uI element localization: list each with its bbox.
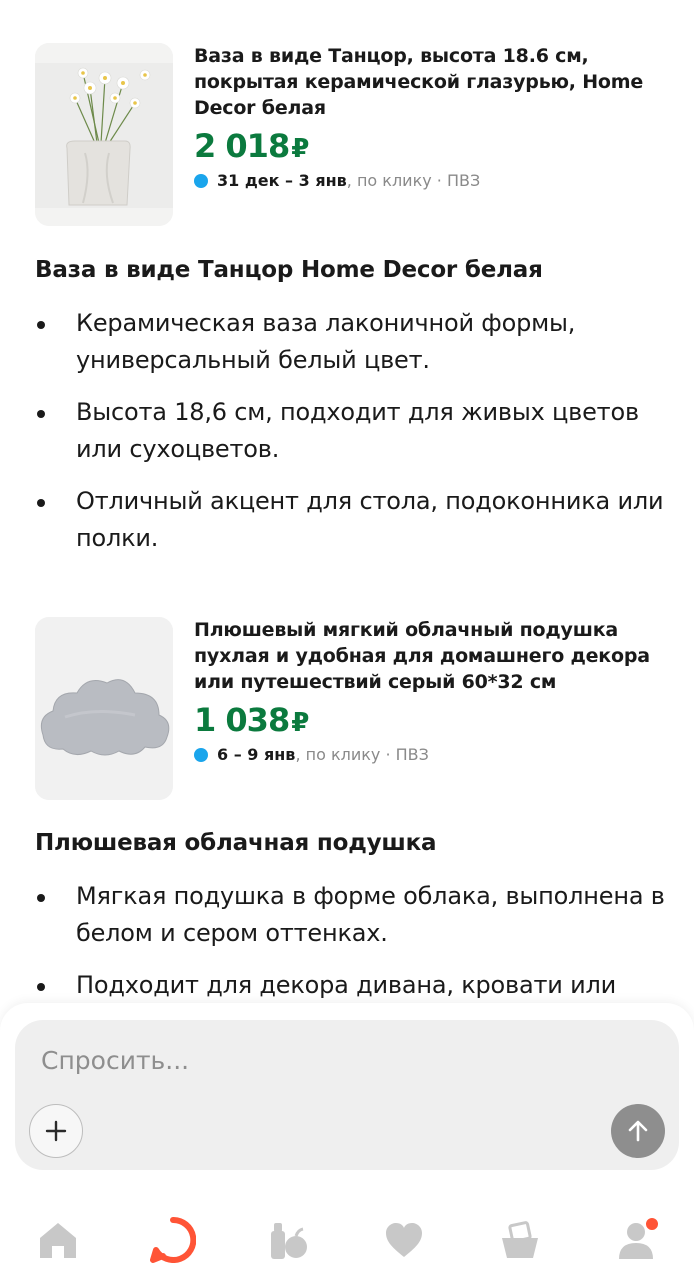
product-price: 1 038₽ xyxy=(194,701,654,742)
chat-screen: Ваза в виде Танцор, высота 18.6 см, покр… xyxy=(0,0,694,1280)
bottom-nav xyxy=(0,1210,694,1270)
product-card-pillow[interactable]: Плюшевый мягкий облачный подушка пухлая … xyxy=(35,617,665,802)
arrow-up-icon xyxy=(628,1120,648,1142)
nav-favorites[interactable] xyxy=(374,1210,434,1270)
home-icon xyxy=(40,1223,76,1258)
nav-grocery[interactable] xyxy=(258,1210,318,1270)
description-pillow: Плюшевая облачная подушка Мягкая подушка… xyxy=(35,828,665,1019)
product-image[interactable] xyxy=(35,43,173,226)
currency-sign: ₽ xyxy=(291,708,309,738)
bullet-dot xyxy=(37,983,45,991)
bullet-list: Керамическая ваза лаконичной формы, унив… xyxy=(35,305,665,557)
delivery-dot-icon xyxy=(194,174,208,188)
notification-badge xyxy=(644,1216,660,1232)
description-title: Ваза в виде Танцор Home Decor белая xyxy=(35,257,543,283)
bullet-text: Мягкая подушка в форме облака, выполнена… xyxy=(76,882,665,947)
heart-icon xyxy=(386,1223,422,1257)
grocery-icon xyxy=(271,1223,307,1259)
bullet-item: Отличный акцент для стола, подоконника и… xyxy=(35,483,665,557)
bullet-text: Керамическая ваза лаконичной формы, унив… xyxy=(76,309,576,374)
ask-input[interactable] xyxy=(41,1042,601,1078)
nav-home[interactable] xyxy=(28,1210,88,1270)
bullet-dot xyxy=(37,499,45,507)
cloud-pillow-photo-icon xyxy=(35,617,173,800)
send-button[interactable] xyxy=(611,1104,665,1158)
bullet-dot xyxy=(37,321,45,329)
product-title[interactable]: Ваза в виде Танцор, высота 18.6 см, покр… xyxy=(194,43,654,121)
product-info: Ваза в виде Танцор, высота 18.6 см, покр… xyxy=(194,43,654,192)
description-title: Плюшевая облачная подушка xyxy=(35,830,437,856)
product-info: Плюшевый мягкий облачный подушка пухлая … xyxy=(194,617,654,766)
bullet-item: Мягкая подушка в форме облака, выполнена… xyxy=(35,878,665,952)
bullet-list: Мягкая подушка в форме облака, выполнена… xyxy=(35,878,665,1004)
product-price: 2 018₽ xyxy=(194,127,654,168)
price-value: 2 018 xyxy=(194,127,290,165)
bullet-item: Высота 18,6 см, подходит для живых цвето… xyxy=(35,394,665,468)
delivery-info: 31 дек – 3 янв , по клику · ПВЗ xyxy=(194,170,654,192)
bullet-dot xyxy=(37,410,45,418)
bullet-item: Керамическая ваза лаконичной формы, унив… xyxy=(35,305,665,379)
composer-panel xyxy=(0,1003,694,1280)
basket-icon xyxy=(502,1221,538,1258)
price-value: 1 038 xyxy=(194,701,290,739)
delivery-method: , по клику · ПВЗ xyxy=(295,745,429,764)
product-title[interactable]: Плюшевый мягкий облачный подушка пухлая … xyxy=(194,617,654,695)
plus-icon xyxy=(45,1120,67,1142)
delivery-info: 6 – 9 янв , по клику · ПВЗ xyxy=(194,744,654,766)
vase-photo-icon xyxy=(35,43,173,226)
product-image[interactable] xyxy=(35,617,173,800)
bullet-dot xyxy=(37,894,45,902)
ask-box[interactable] xyxy=(15,1020,679,1170)
product-card-vase[interactable]: Ваза в виде Танцор, высота 18.6 см, покр… xyxy=(35,43,665,228)
nav-cart[interactable] xyxy=(490,1210,550,1270)
bullet-text: Отличный акцент для стола, подоконника и… xyxy=(76,487,664,552)
alice-icon xyxy=(150,1217,196,1263)
nav-alice[interactable] xyxy=(143,1210,203,1270)
nav-profile[interactable] xyxy=(606,1210,666,1270)
currency-sign: ₽ xyxy=(291,134,309,164)
description-vase: Ваза в виде Танцор Home Decor белая Кера… xyxy=(35,255,665,572)
bullet-item: Подходит для декора дивана, кровати или xyxy=(35,967,665,1004)
bullet-text: Подходит для декора дивана, кровати или xyxy=(76,971,617,999)
delivery-dates: 31 дек – 3 янв xyxy=(217,171,347,190)
delivery-dates: 6 – 9 янв xyxy=(217,745,296,764)
bullet-text: Высота 18,6 см, подходит для живых цвето… xyxy=(76,398,639,463)
add-attachment-button[interactable] xyxy=(29,1104,83,1158)
delivery-dot-icon xyxy=(194,748,208,762)
delivery-method: , по клику · ПВЗ xyxy=(346,171,481,190)
